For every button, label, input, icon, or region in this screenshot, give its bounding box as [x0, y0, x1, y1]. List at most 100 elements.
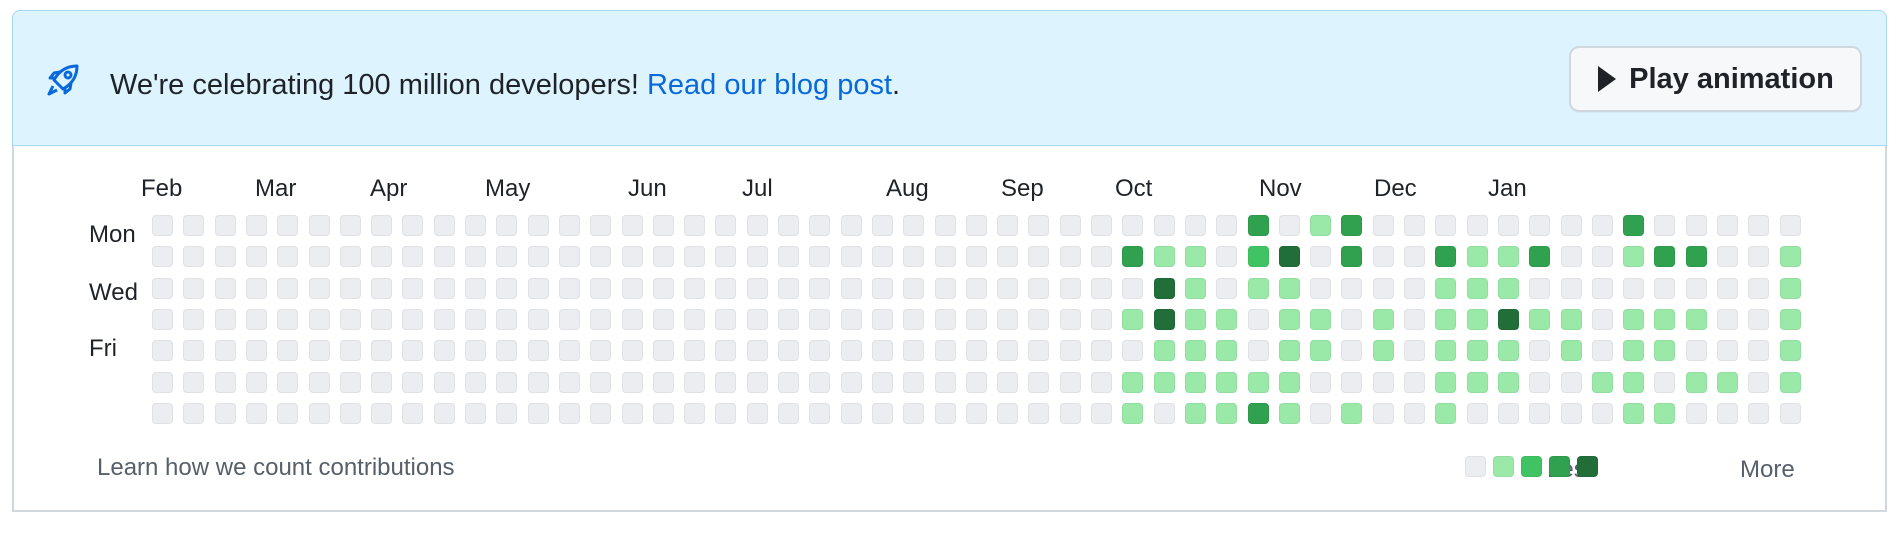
contribution-cell[interactable]: [1404, 246, 1425, 267]
contribution-cell[interactable]: [1373, 278, 1394, 299]
contribution-cell[interactable]: [277, 246, 298, 267]
contribution-cell[interactable]: [747, 309, 768, 330]
contribution-cell[interactable]: [402, 403, 423, 424]
contribution-cell[interactable]: [152, 340, 173, 361]
contribution-cell[interactable]: [371, 372, 392, 393]
contribution-cell[interactable]: [1373, 309, 1394, 330]
contribution-cell[interactable]: [715, 215, 736, 236]
contribution-cell[interactable]: [1498, 246, 1519, 267]
contribution-cell[interactable]: [747, 372, 768, 393]
contribution-cell[interactable]: [903, 215, 924, 236]
contribution-cell[interactable]: [1310, 309, 1331, 330]
contribution-cell[interactable]: [1248, 309, 1269, 330]
contribution-cell[interactable]: [1686, 403, 1707, 424]
contribution-cell[interactable]: [1592, 278, 1613, 299]
contribution-cell[interactable]: [684, 309, 705, 330]
contribution-cell[interactable]: [309, 278, 330, 299]
contribution-cell[interactable]: [152, 246, 173, 267]
contribution-cell[interactable]: [1154, 403, 1175, 424]
contribution-cell[interactable]: [1122, 278, 1143, 299]
contribution-cell[interactable]: [1373, 340, 1394, 361]
contribution-cell[interactable]: [246, 340, 267, 361]
contribution-cell[interactable]: [653, 340, 674, 361]
contribution-cell[interactable]: [997, 278, 1018, 299]
contribution-cell[interactable]: [277, 215, 298, 236]
contribution-cell[interactable]: [1686, 309, 1707, 330]
contribution-cell[interactable]: [402, 340, 423, 361]
contribution-cell[interactable]: [622, 372, 643, 393]
contribution-cell[interactable]: [1623, 372, 1644, 393]
contribution-cell[interactable]: [1529, 215, 1550, 236]
contribution-cell[interactable]: [1498, 403, 1519, 424]
contribution-cell[interactable]: [1717, 403, 1738, 424]
contribution-cell[interactable]: [1498, 372, 1519, 393]
contribution-cell[interactable]: [622, 246, 643, 267]
contribution-cell[interactable]: [1279, 246, 1300, 267]
contribution-cell[interactable]: [1248, 278, 1269, 299]
contribution-cell[interactable]: [684, 215, 705, 236]
contribution-cell[interactable]: [1248, 215, 1269, 236]
contribution-cell[interactable]: [653, 403, 674, 424]
contribution-cell[interactable]: [1341, 340, 1362, 361]
contribution-cell[interactable]: [1623, 246, 1644, 267]
contribution-cell[interactable]: [1561, 278, 1582, 299]
contribution-cell[interactable]: [1780, 309, 1801, 330]
contribution-cell[interactable]: [465, 403, 486, 424]
contribution-cell[interactable]: [465, 246, 486, 267]
contribution-cell[interactable]: [1686, 372, 1707, 393]
contribution-cell[interactable]: [1780, 246, 1801, 267]
contribution-cell[interactable]: [1623, 403, 1644, 424]
contribution-cell[interactable]: [183, 403, 204, 424]
contribution-cell[interactable]: [246, 372, 267, 393]
contribution-cell[interactable]: [371, 340, 392, 361]
contribution-cell[interactable]: [1091, 278, 1112, 299]
contribution-cell[interactable]: [747, 215, 768, 236]
contribution-cell[interactable]: [590, 278, 611, 299]
contribution-cell[interactable]: [1498, 340, 1519, 361]
contribution-cell[interactable]: [1279, 372, 1300, 393]
contribution-cell[interactable]: [183, 246, 204, 267]
contribution-cell[interactable]: [1091, 309, 1112, 330]
contribution-cell[interactable]: [590, 372, 611, 393]
contribution-cell[interactable]: [590, 340, 611, 361]
contribution-cell[interactable]: [1623, 309, 1644, 330]
contribution-cell[interactable]: [309, 246, 330, 267]
contribution-cell[interactable]: [1279, 403, 1300, 424]
contribution-cell[interactable]: [1248, 340, 1269, 361]
contribution-cell[interactable]: [215, 309, 236, 330]
contribution-cell[interactable]: [1028, 340, 1049, 361]
contribution-cell[interactable]: [1310, 215, 1331, 236]
contribution-cell[interactable]: [1498, 309, 1519, 330]
contribution-cell[interactable]: [1654, 278, 1675, 299]
contribution-cell[interactable]: [1686, 278, 1707, 299]
contribution-cell[interactable]: [1654, 403, 1675, 424]
contribution-cell[interactable]: [1373, 372, 1394, 393]
contribution-cell[interactable]: [1185, 340, 1206, 361]
contribution-cell[interactable]: [1028, 403, 1049, 424]
contribution-cell[interactable]: [747, 278, 768, 299]
contribution-cell[interactable]: [1341, 246, 1362, 267]
contribution-cell[interactable]: [246, 403, 267, 424]
contribution-cell[interactable]: [1185, 403, 1206, 424]
contribution-cell[interactable]: [371, 215, 392, 236]
contribution-cell[interactable]: [528, 403, 549, 424]
contribution-cell[interactable]: [1248, 246, 1269, 267]
contribution-cell[interactable]: [684, 246, 705, 267]
contribution-cell[interactable]: [309, 340, 330, 361]
contribution-cell[interactable]: [183, 340, 204, 361]
contribution-cell[interactable]: [183, 215, 204, 236]
contribution-cell[interactable]: [684, 278, 705, 299]
contribution-cell[interactable]: [1717, 278, 1738, 299]
contribution-cell[interactable]: [1028, 278, 1049, 299]
contribution-cell[interactable]: [1091, 403, 1112, 424]
contribution-cell[interactable]: [1592, 340, 1613, 361]
contribution-cell[interactable]: [997, 403, 1018, 424]
contribution-cell[interactable]: [1435, 340, 1456, 361]
contribution-cell[interactable]: [841, 340, 862, 361]
contribution-cell[interactable]: [903, 340, 924, 361]
contribution-cell[interactable]: [935, 372, 956, 393]
contribution-cell[interactable]: [997, 215, 1018, 236]
contribution-cell[interactable]: [966, 403, 987, 424]
contribution-cell[interactable]: [1498, 215, 1519, 236]
contribution-cell[interactable]: [747, 340, 768, 361]
